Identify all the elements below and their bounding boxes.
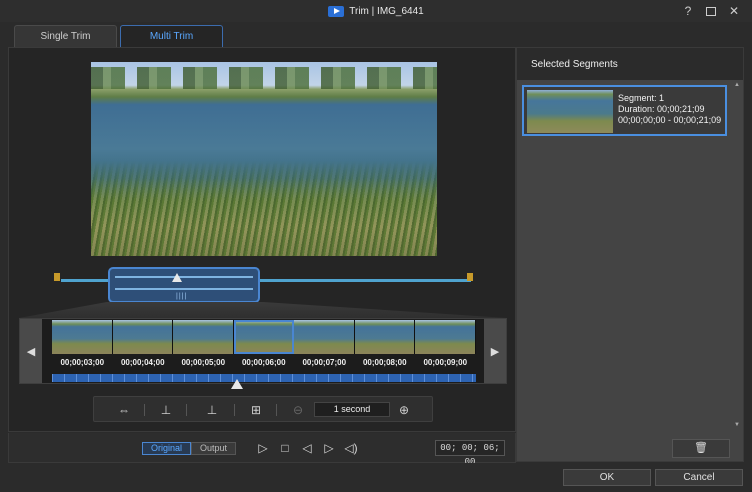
trim-editor-panel: |||| ◀ 00;00;03;00 00;00;04;00 00;00;05;… — [8, 47, 516, 432]
zoom-projection — [19, 302, 507, 318]
segment-duration: Duration: 00;00;21;09 — [618, 104, 705, 114]
zoom-in-icon[interactable]: ⊕ — [394, 402, 414, 418]
window-title: Trim | IMG_6441 — [328, 5, 424, 17]
frame-timecode: 00;00;09;00 — [423, 358, 468, 367]
volume-icon[interactable]: ◁) — [343, 441, 359, 455]
grip-icon: |||| — [176, 293, 188, 300]
time-ruler[interactable] — [52, 374, 476, 382]
delete-segment-button[interactable]: 🗑 — [672, 439, 730, 458]
swap-arrows-icon[interactable]: ⇔ — [114, 402, 134, 418]
play-icon[interactable]: ▷ — [255, 441, 271, 455]
trim-toolbar: ⇔ ⊥ ⊥ ⊞ ⊖ 1 second ⊕ — [93, 396, 433, 422]
zoom-level-value: 1 second — [314, 402, 390, 417]
segments-scrollbar[interactable]: ▲ ▼ — [733, 82, 741, 432]
filmstrip-frame[interactable] — [52, 320, 113, 354]
original-toggle[interactable]: Original — [142, 442, 192, 455]
scroll-up-icon[interactable]: ▲ — [733, 82, 741, 88]
frame-timecode: 00;00;05;00 — [181, 358, 226, 367]
toolbar-divider — [144, 404, 145, 416]
selected-segments-panel: Selected Segments Segment: 1 Duration: 0… — [516, 47, 744, 462]
current-timecode[interactable]: 00; 00; 06; 00 — [435, 440, 505, 467]
segment-info: Segment: 1 Duration: 00;00;21;09 00;00;0… — [618, 93, 721, 126]
window-title-text: Trim | IMG_6441 — [349, 5, 424, 17]
output-toggle[interactable]: Output — [191, 442, 237, 455]
app-logo-icon — [328, 5, 345, 17]
selected-segments-heading: Selected Segments — [517, 48, 743, 80]
segment-number: Segment: 1 — [618, 93, 665, 103]
filmstrip-timecodes: 00;00;03;00 00;00;04;00 00;00;05;00 00;0… — [52, 358, 476, 367]
preview-mode-toggle: Original Output — [142, 442, 237, 455]
scroll-down-icon[interactable]: ▼ — [733, 422, 741, 428]
frame-timecode: 00;00;07;00 — [302, 358, 347, 367]
segment-card[interactable]: Segment: 1 Duration: 00;00;21;09 00;00;0… — [522, 85, 727, 136]
trash-icon: 🗑 — [694, 442, 708, 454]
filmstrip-frame[interactable] — [173, 320, 234, 354]
filmstrip-frames — [52, 320, 476, 354]
title-bar: Trim | IMG_6441 ? ✕ — [0, 0, 752, 22]
cancel-button[interactable]: Cancel — [655, 469, 743, 486]
chevron-left-icon: ◀ — [26, 345, 36, 358]
tab-multi-trim[interactable]: Multi Trim — [120, 25, 223, 47]
filmstrip-timeline: ◀ 00;00;03;00 00;00;04;00 00;00;05;00 00… — [19, 318, 507, 389]
frame-timecode: 00;00;06;00 — [241, 358, 286, 367]
segment-thumbnail — [527, 90, 613, 133]
next-frame-icon[interactable]: ▷ — [321, 441, 337, 455]
filmstrip-frame[interactable] — [294, 320, 355, 354]
toolbar-divider — [276, 404, 277, 416]
prev-frame-icon[interactable]: ◁ — [299, 441, 315, 455]
mark-in-icon[interactable]: ⊥ — [156, 402, 176, 418]
tab-single-trim[interactable]: Single Trim — [14, 25, 117, 47]
maximize-button[interactable] — [706, 6, 716, 16]
ok-button[interactable]: OK — [563, 469, 651, 486]
filmstrip-prev-button[interactable]: ◀ — [20, 319, 42, 383]
video-treeline — [91, 67, 437, 89]
segment-range: 00;00;00;00 - 00;00;21;09 — [618, 115, 722, 125]
filmstrip-frame[interactable] — [354, 320, 415, 354]
overview-playhead-icon[interactable] — [172, 273, 182, 282]
help-button[interactable]: ? — [682, 4, 694, 18]
filmstrip-frame[interactable] — [112, 320, 173, 354]
zoom-out-icon[interactable]: ⊖ — [288, 402, 308, 418]
filmstrip-frame-selected[interactable] — [233, 320, 294, 354]
mark-out-icon[interactable]: ⊥ — [202, 402, 222, 418]
video-preview — [91, 62, 437, 256]
range-end-marker[interactable] — [467, 273, 473, 281]
filmstrip-next-button[interactable]: ▶ — [484, 319, 506, 383]
ruler-playhead-icon[interactable] — [231, 379, 243, 389]
zoom-window-handle[interactable]: |||| — [108, 267, 260, 303]
stop-icon[interactable]: □ — [277, 441, 293, 455]
frame-timecode: 00;00;08;00 — [362, 358, 407, 367]
close-button[interactable]: ✕ — [728, 4, 740, 18]
frame-timecode: 00;00;03;00 — [60, 358, 105, 367]
toolbar-divider — [234, 404, 235, 416]
video-reeds — [91, 161, 437, 256]
split-segment-icon[interactable]: ⊞ — [246, 402, 266, 418]
playback-bar: Original Output ▷ □ ◁ ▷ ◁) 00; 00; 06; 0… — [8, 433, 516, 467]
dialog-footer: OK Cancel — [0, 463, 752, 492]
chevron-right-icon: ▶ — [490, 345, 500, 358]
zoom-window-inner — [115, 276, 253, 290]
frame-timecode: 00;00;04;00 — [120, 358, 165, 367]
toolbar-divider — [186, 404, 187, 416]
range-start-marker[interactable] — [54, 273, 60, 281]
trim-mode-tabs: Single Trim Multi Trim — [14, 25, 223, 47]
filmstrip-frame[interactable] — [415, 320, 476, 354]
window-controls: ? ✕ — [682, 4, 740, 18]
